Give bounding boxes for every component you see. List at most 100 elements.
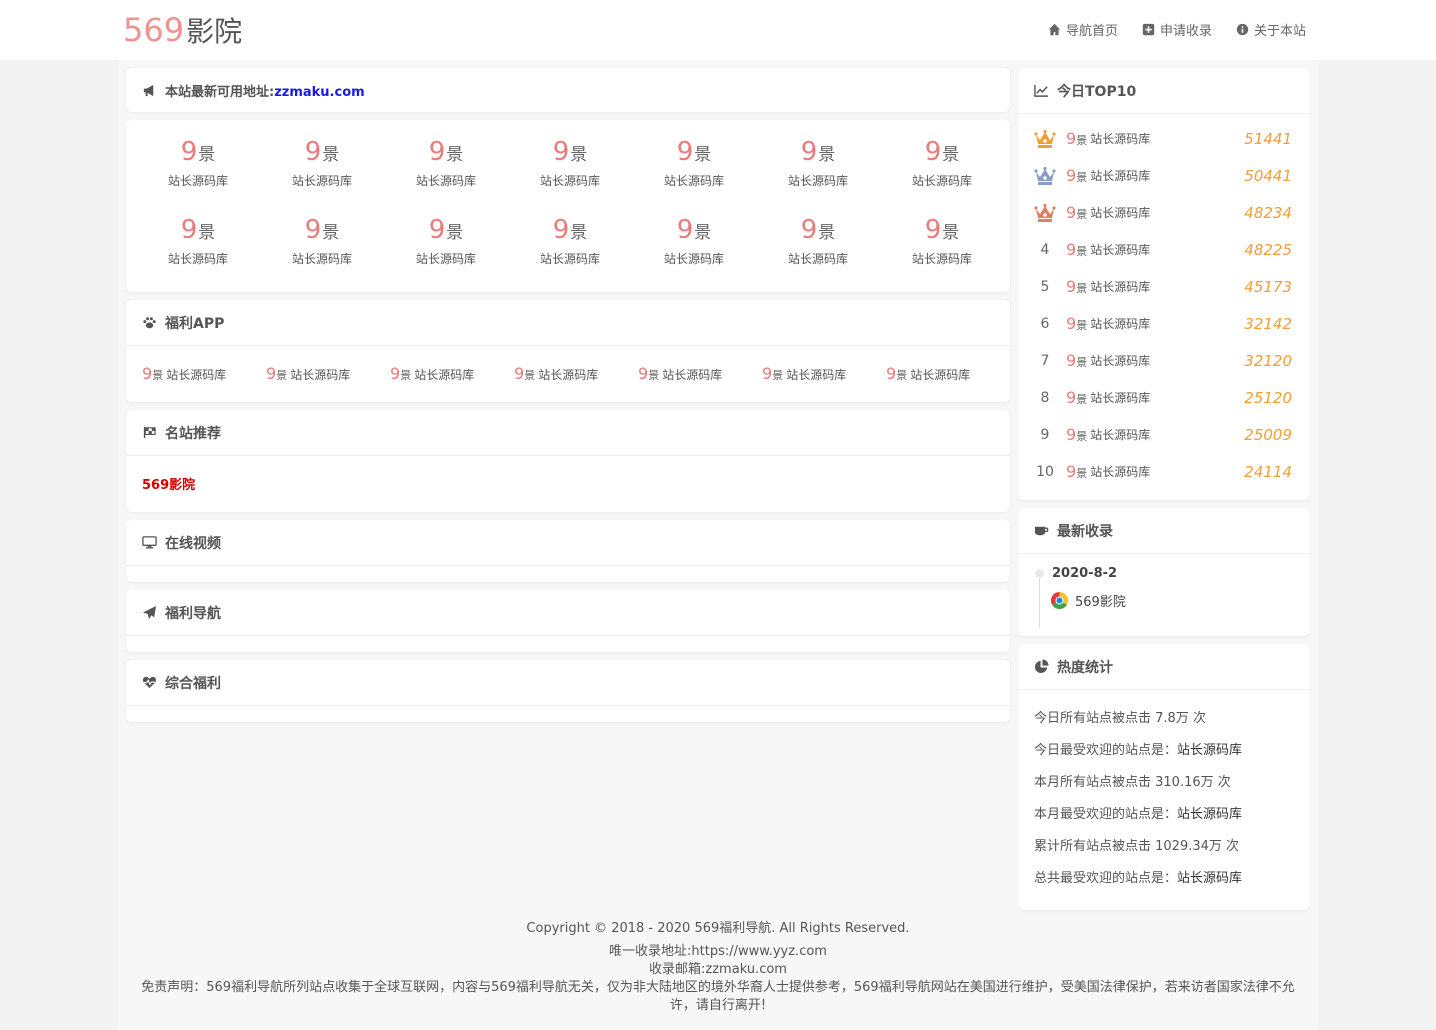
welfare-app-item[interactable]: 9 景站长源码库	[142, 365, 266, 383]
mini-logo-text: 景	[1076, 429, 1088, 443]
welfare-app-item[interactable]: 9 景站长源码库	[762, 365, 886, 383]
site-grid-item[interactable]: 9 景站长源码库	[260, 136, 384, 190]
heat-stat-label: 累计所有站点被点击 1029.34万 次	[1034, 838, 1240, 854]
welfare-app-item[interactable]: 9 景站长源码库	[390, 365, 514, 383]
mini-logo-number: 9	[1066, 165, 1077, 185]
top10-row[interactable]: 8 9 景站长源码库 25120	[1018, 379, 1310, 416]
heat-stat-row: 今日最受欢迎的站点是： 站长源码库	[1034, 732, 1294, 764]
heat-stat-row: 今日所有站点被点击 7.8万 次	[1034, 700, 1294, 732]
crown-medal-icon	[1034, 166, 1056, 186]
top10-row[interactable]: 4 9 景站长源码库 48225	[1018, 231, 1310, 268]
welfare-app-item[interactable]: 9 景站长源码库	[266, 365, 390, 383]
site-mini-logo: 9景	[1066, 165, 1087, 185]
top10-site: 9 景站长源码库	[1066, 202, 1150, 222]
site-grid-item[interactable]: 9 景站长源码库	[508, 136, 632, 190]
mini-logo-number: 9	[180, 215, 198, 245]
welfare-app-item[interactable]: 9 景站长源码库	[514, 365, 638, 383]
welfare-app-label: 站长源码库	[414, 367, 475, 382]
site-grid-item[interactable]: 9 景站长源码库	[260, 214, 384, 268]
welfare-app-label: 站长源码库	[662, 367, 723, 382]
top10-row[interactable]: 9 9 景站长源码库 25009	[1018, 416, 1310, 453]
mini-logo-number: 9	[1066, 387, 1077, 407]
welfare-app-title: 福利APP	[165, 315, 225, 332]
site-grid-label: 站长源码库	[911, 174, 972, 188]
recommend-card: 名站推荐 569影院	[126, 410, 1010, 512]
top10-site-label: 站长源码库	[1090, 169, 1151, 183]
top10-rank: 7	[1040, 352, 1050, 369]
heat-stat-site-link[interactable]: 站长源码库	[1177, 739, 1242, 758]
footer-address: 唯一收录地址:https://www.yyz.com	[609, 944, 827, 959]
top10-site: 9 景站长源码库	[1066, 314, 1150, 333]
mini-logo-number: 9	[266, 364, 277, 383]
mini-logo-text: 景	[772, 369, 784, 382]
welfare-app-label: 站长源码库	[910, 367, 971, 382]
recommend-link[interactable]: 569影院	[142, 478, 195, 493]
top10-row[interactable]: 10 9 景站长源码库 24114	[1018, 453, 1310, 490]
announcement-link[interactable]: zzmaku.com	[274, 85, 364, 100]
site-grid-item[interactable]: 9 景站长源码库	[508, 214, 632, 268]
mini-logo-number: 9	[1066, 202, 1077, 222]
site-grid-item[interactable]: 9 景站长源码库	[384, 136, 508, 190]
announcement-text: 本站最新可用地址:zzmaku.com	[165, 84, 365, 100]
top10-row[interactable]: 9 景站长源码库 51441	[1018, 120, 1310, 157]
top10-site: 9 景站长源码库	[1066, 387, 1150, 407]
top10-value: 45173	[1244, 277, 1292, 296]
site-grid-item[interactable]: 9 景站长源码库	[756, 136, 880, 190]
heat-stat-site-link[interactable]: 站长源码库	[1177, 867, 1242, 886]
mini-logo-text: 景	[818, 145, 836, 165]
site-mini-logo: 9景	[142, 365, 163, 383]
misc-welfare-card: 综合福利	[126, 660, 1010, 722]
logo-number: 569	[123, 11, 185, 49]
pie-chart-icon	[1034, 659, 1049, 674]
mini-logo-number: 9	[552, 137, 570, 167]
top10-rank: 5	[1040, 278, 1050, 295]
site-logo[interactable]: 569 影院	[123, 10, 242, 50]
top10-row[interactable]: 9 景站长源码库 48234	[1018, 194, 1310, 231]
top10-row[interactable]: 9 景站长源码库 50441	[1018, 157, 1310, 194]
announcement-card: 本站最新可用地址:zzmaku.com	[126, 68, 1010, 112]
mini-logo-text: 景	[694, 223, 712, 243]
top10-site-label: 站长源码库	[1090, 132, 1151, 146]
nav-about[interactable]: 关于本站	[1236, 20, 1306, 39]
site-mini-logo: 9景	[886, 365, 907, 383]
site-grid-item[interactable]: 9 景站长源码库	[756, 214, 880, 268]
top10-value: 24114	[1244, 462, 1292, 481]
top10-list: 9 景站长源码库 51441 9 景站长源码库 50441 9 景站长源码库 48234 4 9 景站…	[1018, 114, 1310, 490]
top10-rank: 9	[1040, 426, 1050, 443]
welfare-app-header: 福利APP	[126, 300, 1010, 346]
top10-row[interactable]: 7 9 景站长源码库 32120	[1018, 342, 1310, 379]
site-grid-label: 站长源码库	[167, 174, 228, 188]
site-grid-item[interactable]: 9 景站长源码库	[632, 214, 756, 268]
top10-site: 9 景站长源码库	[1066, 165, 1151, 185]
top10-row[interactable]: 5 9 景站长源码库 45173	[1018, 268, 1310, 305]
site-grid-item[interactable]: 9 景站长源码库	[136, 214, 260, 268]
welfare-app-item[interactable]: 9 景站长源码库	[886, 365, 1010, 383]
site-mini-logo: 9景	[181, 136, 216, 166]
site-grid-item[interactable]: 9 景站长源码库	[384, 214, 508, 268]
site-grid-item[interactable]: 9 景站长源码库	[880, 136, 1004, 190]
heat-stat-site-link[interactable]: 站长源码库	[1177, 803, 1242, 822]
site-mini-logo: 9景	[801, 136, 836, 166]
nav-apply[interactable]: 申请收录	[1142, 20, 1212, 39]
site-grid-item[interactable]: 9 景站长源码库	[136, 136, 260, 190]
site-mini-logo: 9景	[429, 136, 464, 166]
site-grid-label: 站长源码库	[787, 174, 848, 188]
top10-site-label: 站长源码库	[1090, 354, 1151, 368]
mini-logo-text: 景	[1076, 133, 1088, 147]
misc-welfare-header: 综合福利	[126, 660, 1010, 706]
mini-logo-number: 9	[1066, 461, 1077, 481]
top10-value: 51441	[1244, 129, 1292, 148]
site-grid-item[interactable]: 9 景站长源码库	[880, 214, 1004, 268]
mini-logo-text: 景	[400, 369, 412, 382]
site-mini-logo: 9景	[553, 136, 588, 166]
top10-row[interactable]: 6 9 景站长源码库 32142	[1018, 305, 1310, 342]
top10-value: 50441	[1244, 166, 1292, 185]
heat-stat-label: 本月最受欢迎的站点是：	[1034, 806, 1178, 822]
site-grid-label: 站长源码库	[539, 252, 600, 266]
site-mini-logo: 9景	[266, 365, 287, 383]
site-grid-item[interactable]: 9 景站长源码库	[632, 136, 756, 190]
nav-home[interactable]: 导航首页	[1048, 20, 1118, 39]
newest-item[interactable]: 569影院	[1050, 591, 1310, 610]
welfare-app-item[interactable]: 9 景站长源码库	[638, 365, 762, 383]
top10-site: 9 景站长源码库	[1066, 461, 1150, 481]
